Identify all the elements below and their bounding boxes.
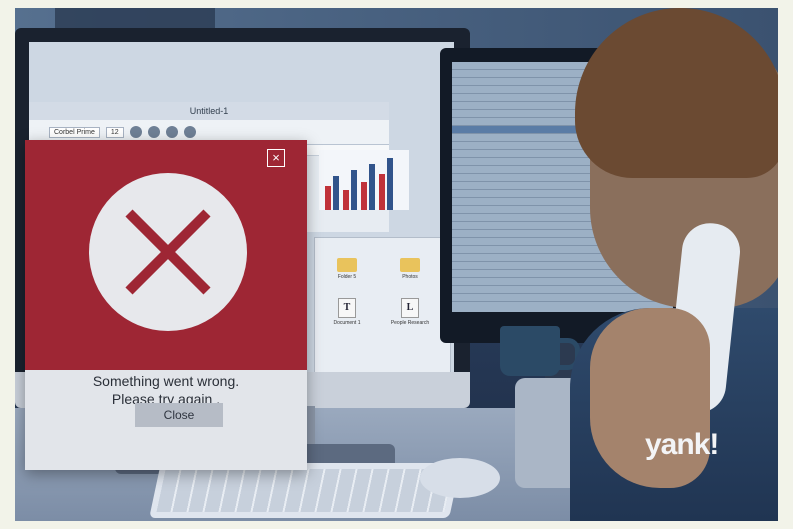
document-icon: L: [401, 298, 419, 318]
undo-icon[interactable]: [129, 126, 142, 138]
keyboard-keys: [156, 469, 454, 512]
computer-mouse: [420, 458, 500, 498]
chart-bar: [379, 174, 385, 210]
app-title: Untitled-1: [29, 102, 389, 120]
coffee-mug: [500, 326, 560, 376]
file-item-label: People Research: [390, 320, 430, 326]
chart-bar: [325, 186, 331, 210]
file-item[interactable]: Folder 5: [317, 258, 377, 280]
close-icon[interactable]: ×: [267, 149, 285, 167]
font-size-select[interactable]: 12: [105, 126, 124, 138]
chart-bar: [369, 164, 375, 210]
folder-icon: [337, 258, 357, 272]
sheet-row: [452, 294, 673, 302]
brand-watermark: yank!: [645, 428, 719, 461]
back-icon[interactable]: [165, 126, 178, 138]
folder-icon: [400, 258, 420, 272]
error-dialog-header: ×: [25, 140, 307, 370]
error-x-icon: [89, 173, 247, 331]
file-item[interactable]: T Document 1: [317, 298, 377, 326]
bar-chart-thumbnail: [319, 150, 409, 210]
chart-bar: [333, 176, 339, 210]
file-item-label: Folder 5: [337, 274, 357, 280]
keyboard: [149, 463, 461, 518]
error-dialog: × Something went wrong. Please try again…: [25, 140, 307, 470]
document-icon: T: [338, 298, 356, 318]
file-item[interactable]: Photos: [380, 258, 440, 280]
redo-icon[interactable]: [147, 126, 160, 138]
chart-bar: [343, 190, 349, 210]
file-item-label: Photos: [402, 274, 418, 280]
chart-bar: [351, 170, 357, 210]
close-button[interactable]: Close: [135, 403, 223, 427]
chart-bar: [361, 182, 367, 210]
photo-scene: Untitled-1 Corbel Prime 12 Folder 5 Phot…: [15, 8, 778, 521]
forward-icon[interactable]: [183, 126, 196, 138]
chart-bar: [387, 158, 393, 210]
font-name-select[interactable]: Corbel Prime: [49, 126, 100, 138]
file-item[interactable]: L People Research: [380, 298, 440, 326]
file-item-label: Document 1: [333, 320, 361, 326]
file-browser-window: Folder 5 Photos T Document 1 L People Re…: [314, 237, 451, 372]
error-message-line-1: Something went wrong.: [92, 373, 240, 389]
